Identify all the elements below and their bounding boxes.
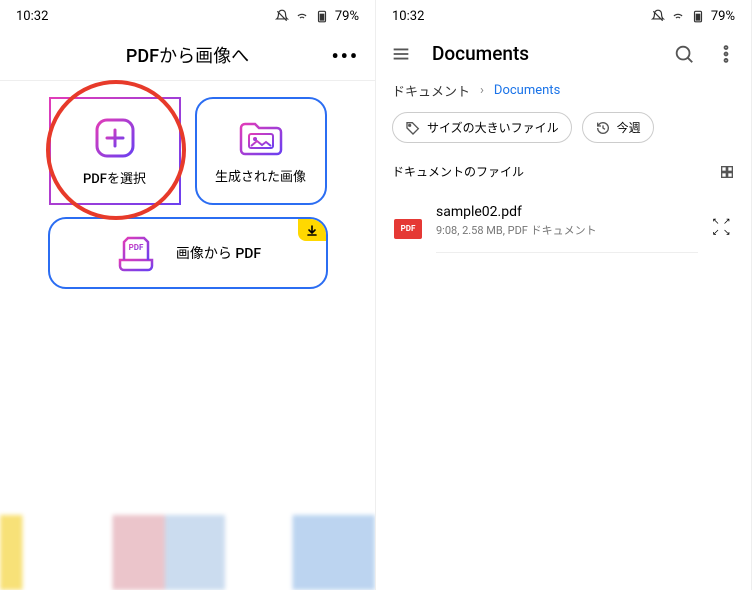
battery-icon [315,9,329,23]
select-pdf-label: PDFを選択 [83,168,146,187]
filter-chips: サイズの大きいファイル 今週 [376,112,751,157]
file-row[interactable]: PDF sample02.pdf 9:08, 2.58 MB, PDF ドキュメ… [376,194,751,263]
more-icon[interactable]: ••• [331,44,359,68]
file-name: sample02.pdf [436,204,698,220]
search-icon[interactable] [673,43,695,65]
card-row: PDFを選択 生成された画像 [0,81,375,205]
wifi-icon [295,9,309,23]
grid-view-icon[interactable] [719,164,735,180]
bell-off-icon [275,9,289,23]
menu-icon[interactable] [390,43,412,65]
breadcrumb: ドキュメント › Documents [376,75,751,112]
battery-pct: 79% [711,9,735,24]
breadcrumb-root[interactable]: ドキュメント [392,81,470,100]
battery-pct: 79% [335,9,359,24]
battery-icon [691,9,705,23]
left-screen: 10:32 79% PDFから画像へ ••• PDFを選択 生成された画像 PD… [0,0,376,590]
select-pdf-card[interactable]: PDFを選択 [49,97,181,205]
section-header: ドキュメントのファイル [376,157,751,194]
bell-off-icon [651,9,665,23]
status-time: 10:32 [16,9,48,24]
breadcrumb-current[interactable]: Documents [494,83,560,98]
chip-large-files[interactable]: サイズの大きいファイル [392,112,572,143]
chip-label: サイズの大きいファイル [427,119,559,136]
file-picker-header: Documents [376,32,751,75]
scanner-pdf-icon: PDF [114,234,158,272]
tag-icon [405,120,421,136]
file-info: sample02.pdf 9:08, 2.58 MB, PDF ドキュメント [436,204,698,253]
chip-label: 今週 [617,119,641,136]
generated-images-card[interactable]: 生成された画像 [195,97,327,205]
picker-title: Documents [432,42,653,65]
kebab-icon[interactable] [715,43,737,65]
pixelated-footer [0,515,375,590]
status-icons: 79% [275,9,359,24]
section-title: ドキュメントのファイル [392,163,524,180]
status-icons: 79% [651,9,735,24]
app-title: PDFから画像へ [126,42,249,68]
right-screen: 10:32 79% Documents ドキュメント › Documents サ… [376,0,752,590]
pdf-file-icon: PDF [394,219,422,239]
image-to-pdf-card[interactable]: PDF 画像から PDF [48,217,328,289]
history-icon [595,120,611,136]
download-icon [306,224,318,236]
expand-icon[interactable]: ↖↗↙↘ [712,218,733,239]
app-header: PDFから画像へ ••• [0,32,375,81]
status-time: 10:32 [392,9,424,24]
status-bar: 10:32 79% [376,0,751,32]
chip-this-week[interactable]: 今週 [582,112,654,143]
wifi-icon [671,9,685,23]
download-badge[interactable] [298,219,326,241]
plus-icon [93,116,137,160]
status-bar: 10:32 79% [0,0,375,32]
file-meta: 9:08, 2.58 MB, PDF ドキュメント [436,222,698,238]
svg-text:PDF: PDF [128,243,143,252]
image-to-pdf-label: 画像から PDF [176,243,261,263]
chevron-right-icon: › [480,83,484,98]
generated-images-label: 生成された画像 [215,166,306,185]
folder-images-icon [237,118,285,158]
